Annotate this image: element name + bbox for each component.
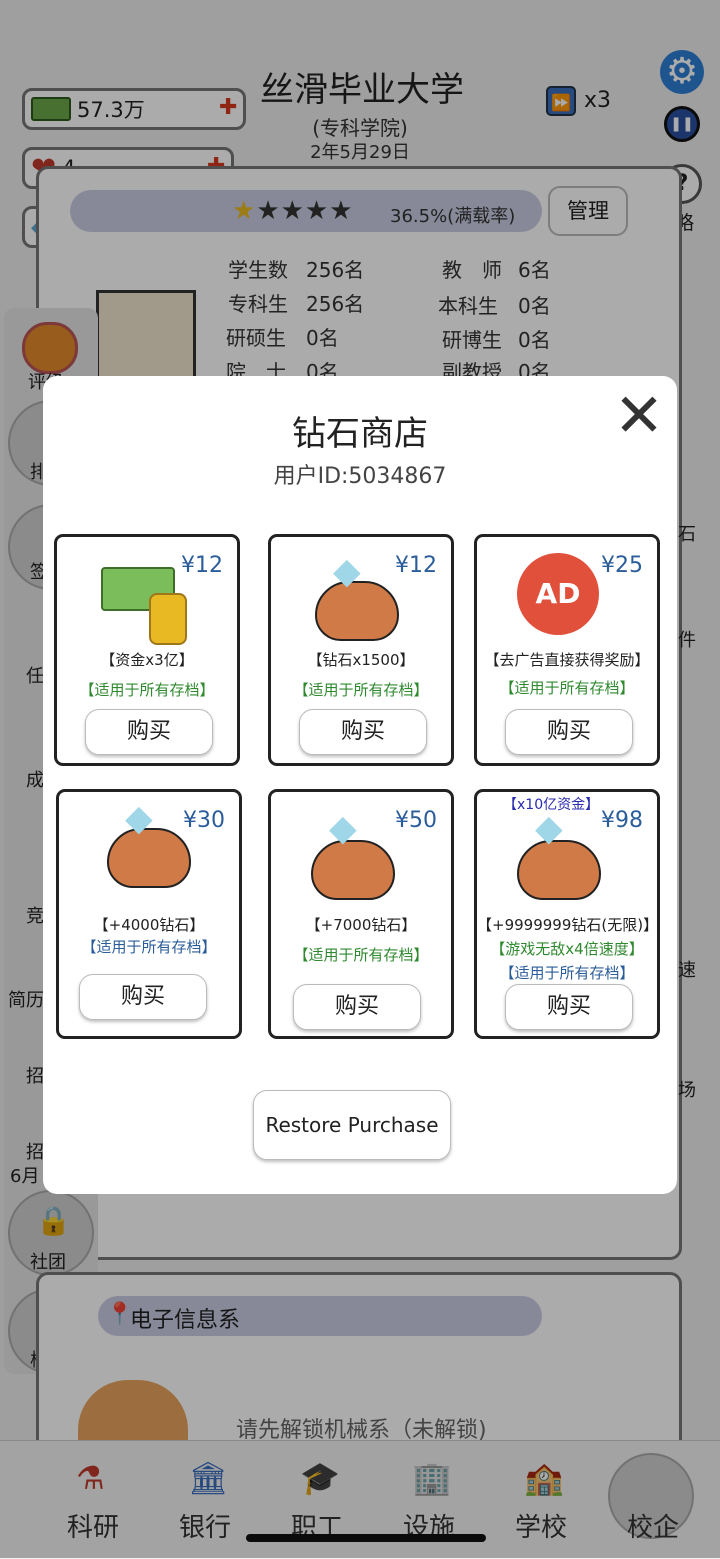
item-note: 【适用于所有存档】 <box>81 938 217 956</box>
diamond-pot-icon <box>517 840 601 900</box>
shop-item-card[interactable]: ◆ ¥30 【+4000钻石】 【适用于所有存档】 购买 <box>56 789 242 1039</box>
item-note: 【适用于所有存档】 <box>293 681 429 699</box>
diamond-icon: ◆ <box>125 798 153 839</box>
diamond-icon: ◆ <box>535 808 563 849</box>
diamond-icon: ◆ <box>329 808 357 849</box>
item-description: 【去广告直接获得奖励】 <box>484 651 650 669</box>
item-note: 【适用于所有存档】 <box>499 964 635 982</box>
item-price: ¥30 <box>183 808 225 833</box>
diamond-icon: ◆ <box>333 551 361 592</box>
shop-item-card[interactable]: ◆ ¥12 【钻石x1500】 【适用于所有存档】 购买 <box>268 534 454 766</box>
item-note: 【适用于所有存档】 <box>79 681 215 699</box>
item-note: 【适用于所有存档】 <box>293 946 429 964</box>
item-price: ¥25 <box>601 553 643 578</box>
diamond-pot-icon <box>311 840 395 900</box>
diamond-shop-dialog: 钻石商店 用户ID:5034867 ✕ ¥12 【资金x3亿】 【适用于所有存档… <box>43 376 677 1194</box>
item-price: ¥12 <box>181 553 223 578</box>
shop-item-card[interactable]: ¥12 【资金x3亿】 【适用于所有存档】 购买 <box>54 534 240 766</box>
item-note: 【游戏无敌x4倍速度】 <box>490 940 644 958</box>
item-description: 【+7000钻石】 <box>305 916 417 934</box>
shop-item-card[interactable]: AD ¥25 【去广告直接获得奖励】 【适用于所有存档】 购买 <box>474 534 660 766</box>
coin-stack-icon <box>149 593 187 645</box>
buy-button[interactable]: 购买 <box>85 709 213 755</box>
restore-purchase-button[interactable]: Restore Purchase <box>253 1090 451 1160</box>
buy-button[interactable]: 购买 <box>505 984 633 1030</box>
buy-button[interactable]: 购买 <box>293 984 421 1030</box>
item-description: 【+9999999钻石(无限)】 <box>477 916 659 934</box>
item-price: ¥98 <box>601 808 643 833</box>
shop-title: 钻石商店 <box>292 414 428 454</box>
item-description: 【+4000钻石】 <box>93 916 205 934</box>
buy-button[interactable]: 购买 <box>299 709 427 755</box>
close-icon[interactable]: ✕ <box>611 386 667 446</box>
shop-item-card[interactable]: ◆ ¥50 【+7000钻石】 【适用于所有存档】 购买 <box>268 789 454 1039</box>
user-id: 用户ID:5034867 <box>273 464 447 489</box>
shop-item-card[interactable]: 【x10亿资金】 ◆ ¥98 【+9999999钻石(无限)】 【游戏无敌x4倍… <box>474 789 660 1039</box>
item-note: 【适用于所有存档】 <box>499 679 635 697</box>
item-price: ¥12 <box>395 553 437 578</box>
no-ads-icon: AD <box>517 553 599 635</box>
item-price: ¥50 <box>395 808 437 833</box>
buy-button[interactable]: 购买 <box>505 709 633 755</box>
item-description: 【钻石x1500】 <box>307 651 415 669</box>
buy-button[interactable]: 购买 <box>79 974 207 1020</box>
item-description: 【资金x3亿】 <box>100 651 194 669</box>
